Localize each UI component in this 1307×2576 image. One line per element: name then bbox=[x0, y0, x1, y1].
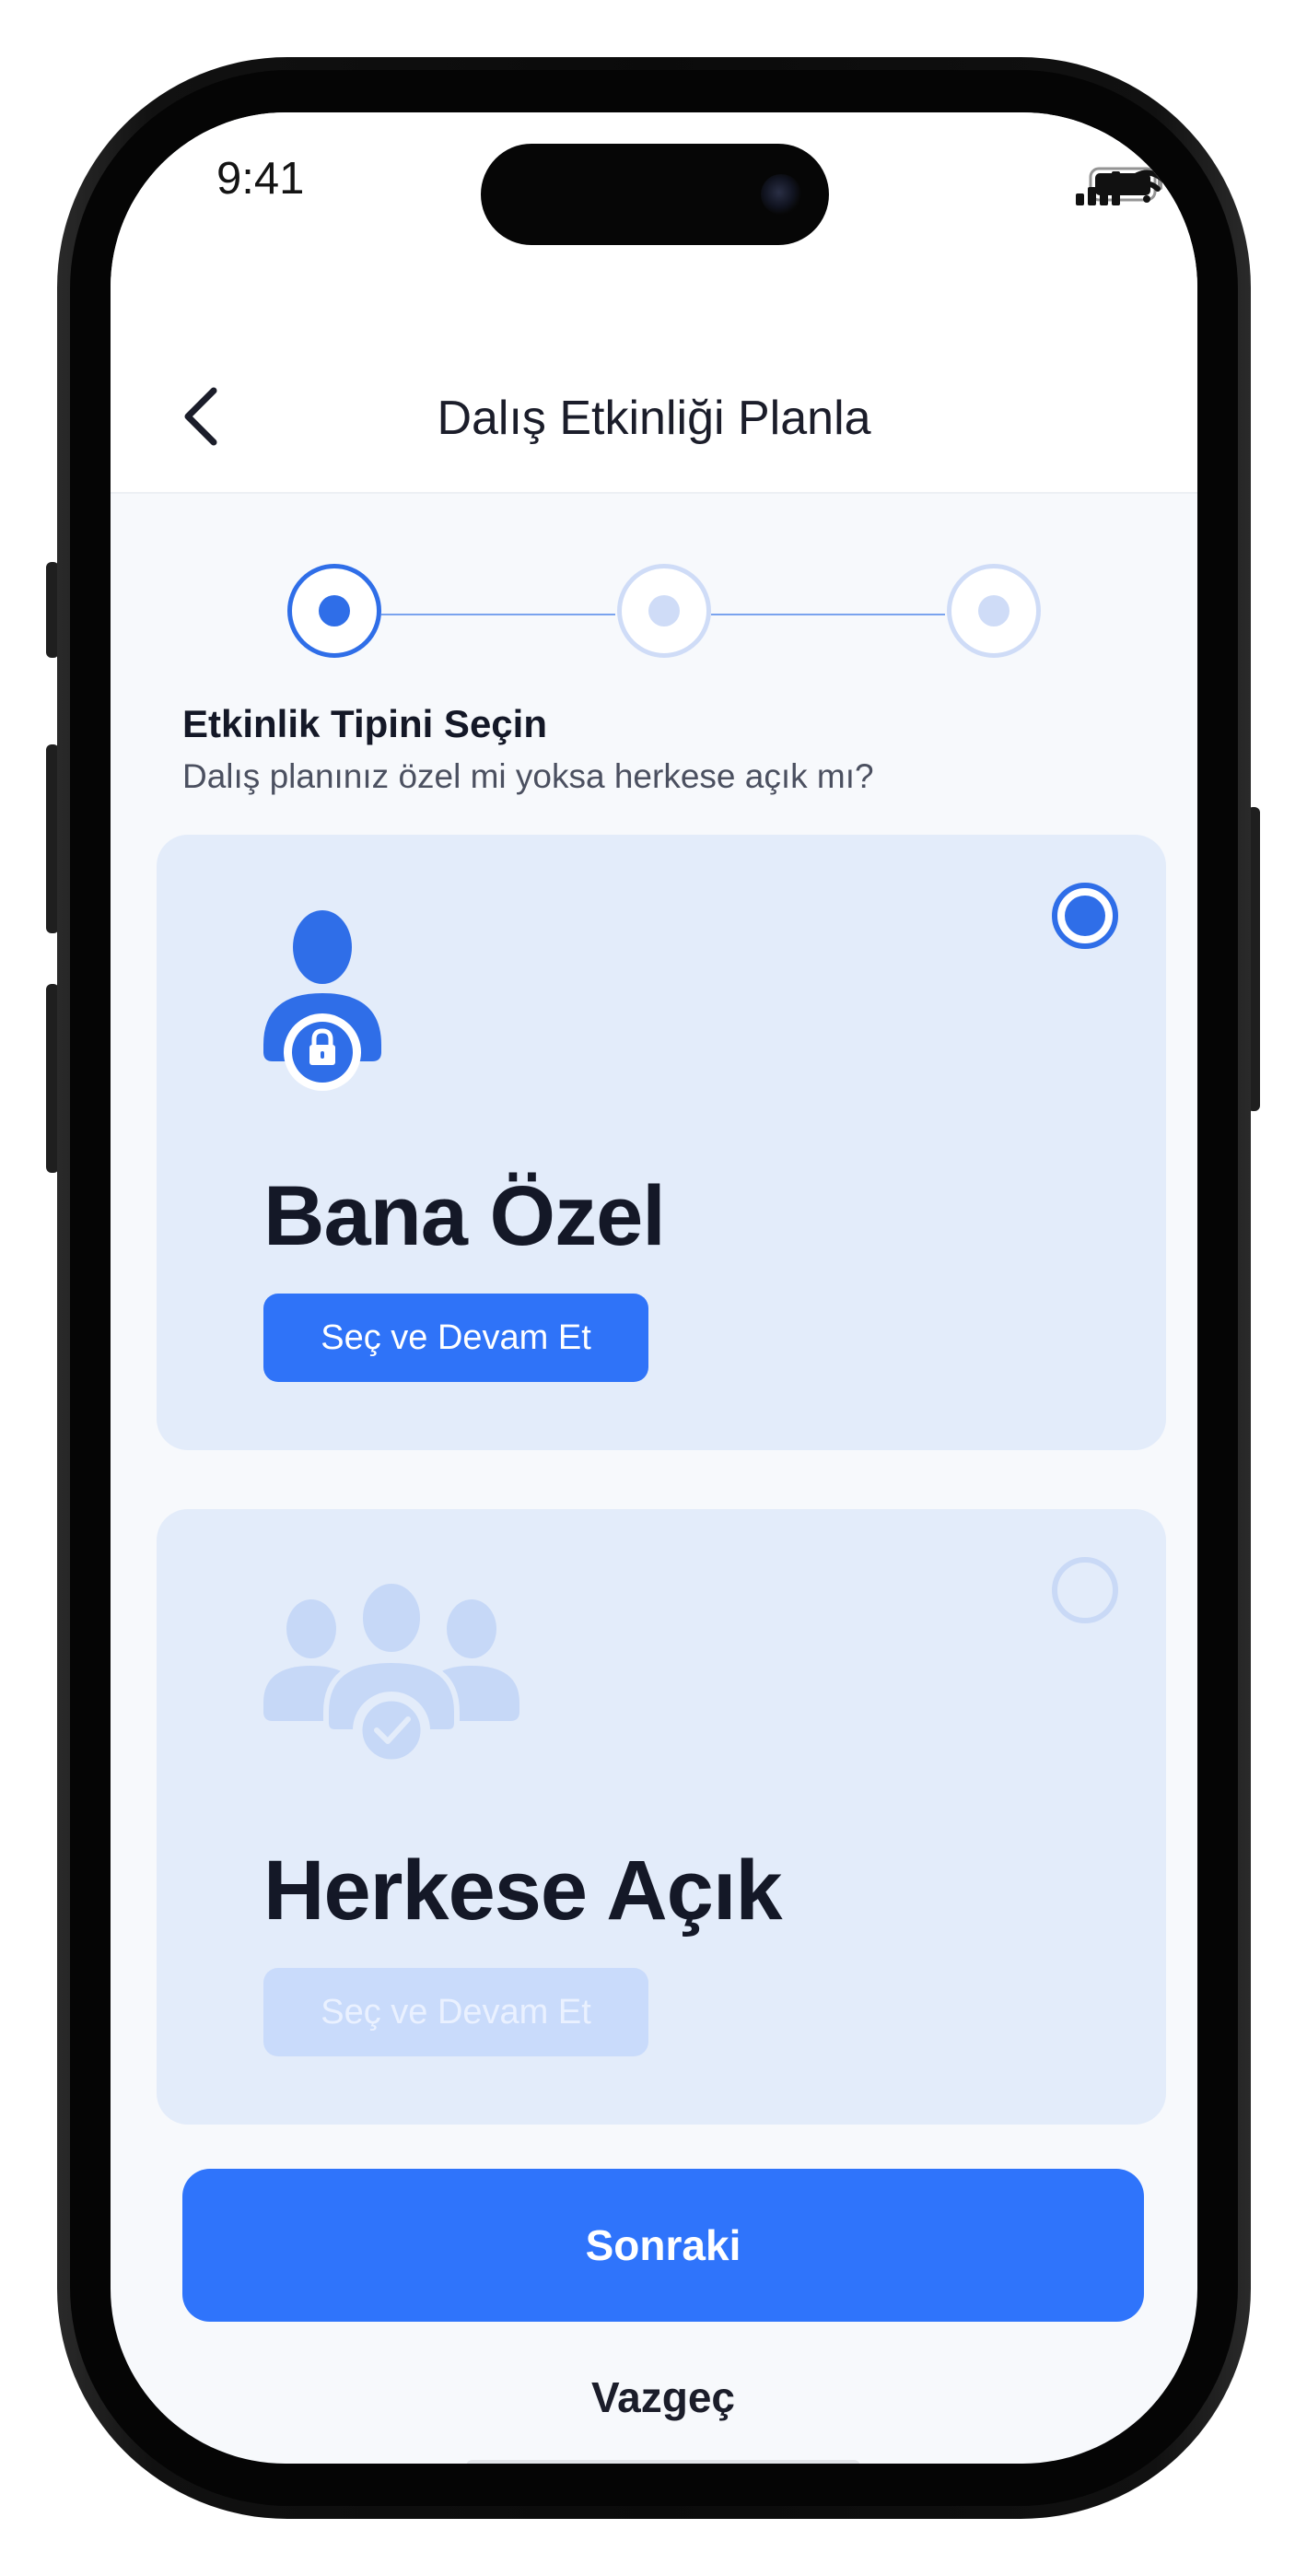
option-card-private[interactable]: Bana Özel Seç ve Devam Et bbox=[157, 835, 1166, 1450]
navigation-header: Dalış Etkinliği Planla bbox=[111, 260, 1197, 494]
step-connector bbox=[711, 614, 945, 615]
front-camera bbox=[761, 174, 801, 215]
home-indicator bbox=[466, 2460, 860, 2464]
option-title-private: Bana Özel bbox=[263, 1169, 666, 1263]
step-3-indicator bbox=[947, 564, 1041, 658]
radio-private-selected[interactable] bbox=[1052, 883, 1118, 949]
public-group-check-icon bbox=[263, 1578, 531, 1772]
battery-icon bbox=[1089, 167, 1162, 202]
select-continue-button-public[interactable]: Seç ve Devam Et bbox=[263, 1968, 648, 2056]
next-button[interactable]: Sonraki bbox=[182, 2169, 1144, 2322]
progress-stepper bbox=[111, 564, 1197, 665]
step-connector bbox=[381, 614, 615, 615]
status-time: 9:41 bbox=[216, 154, 305, 204]
section-title: Etkinlik Tipini Seçin bbox=[182, 702, 547, 745]
option-title-public: Herkese Açık bbox=[263, 1844, 783, 1938]
section-subtitle: Dalış planınız özel mi yoksa herkese açı… bbox=[182, 757, 874, 795]
private-user-lock-icon bbox=[263, 907, 392, 1095]
option-card-public[interactable]: Herkese Açık Seç ve Devam Et bbox=[157, 1509, 1166, 2125]
step-dot bbox=[319, 595, 350, 626]
page-title: Dalış Etkinliği Planla bbox=[437, 392, 871, 445]
back-button[interactable] bbox=[175, 380, 230, 453]
status-bar: 9:41 bbox=[111, 112, 1197, 260]
chevron-left-icon bbox=[184, 387, 217, 446]
step-dot bbox=[648, 595, 680, 626]
dynamic-island bbox=[481, 144, 829, 245]
select-continue-button-private[interactable]: Seç ve Devam Et bbox=[263, 1294, 648, 1382]
step-1-indicator bbox=[287, 564, 381, 658]
step-dot bbox=[978, 595, 1009, 626]
radio-public-unselected[interactable] bbox=[1052, 1557, 1118, 1623]
cancel-button[interactable]: Vazgeç bbox=[470, 2360, 857, 2434]
phone-screen: 9:41 Dalış Etkinliği Planla Etkinlik Tip… bbox=[111, 112, 1197, 2464]
step-2-indicator bbox=[617, 564, 711, 658]
